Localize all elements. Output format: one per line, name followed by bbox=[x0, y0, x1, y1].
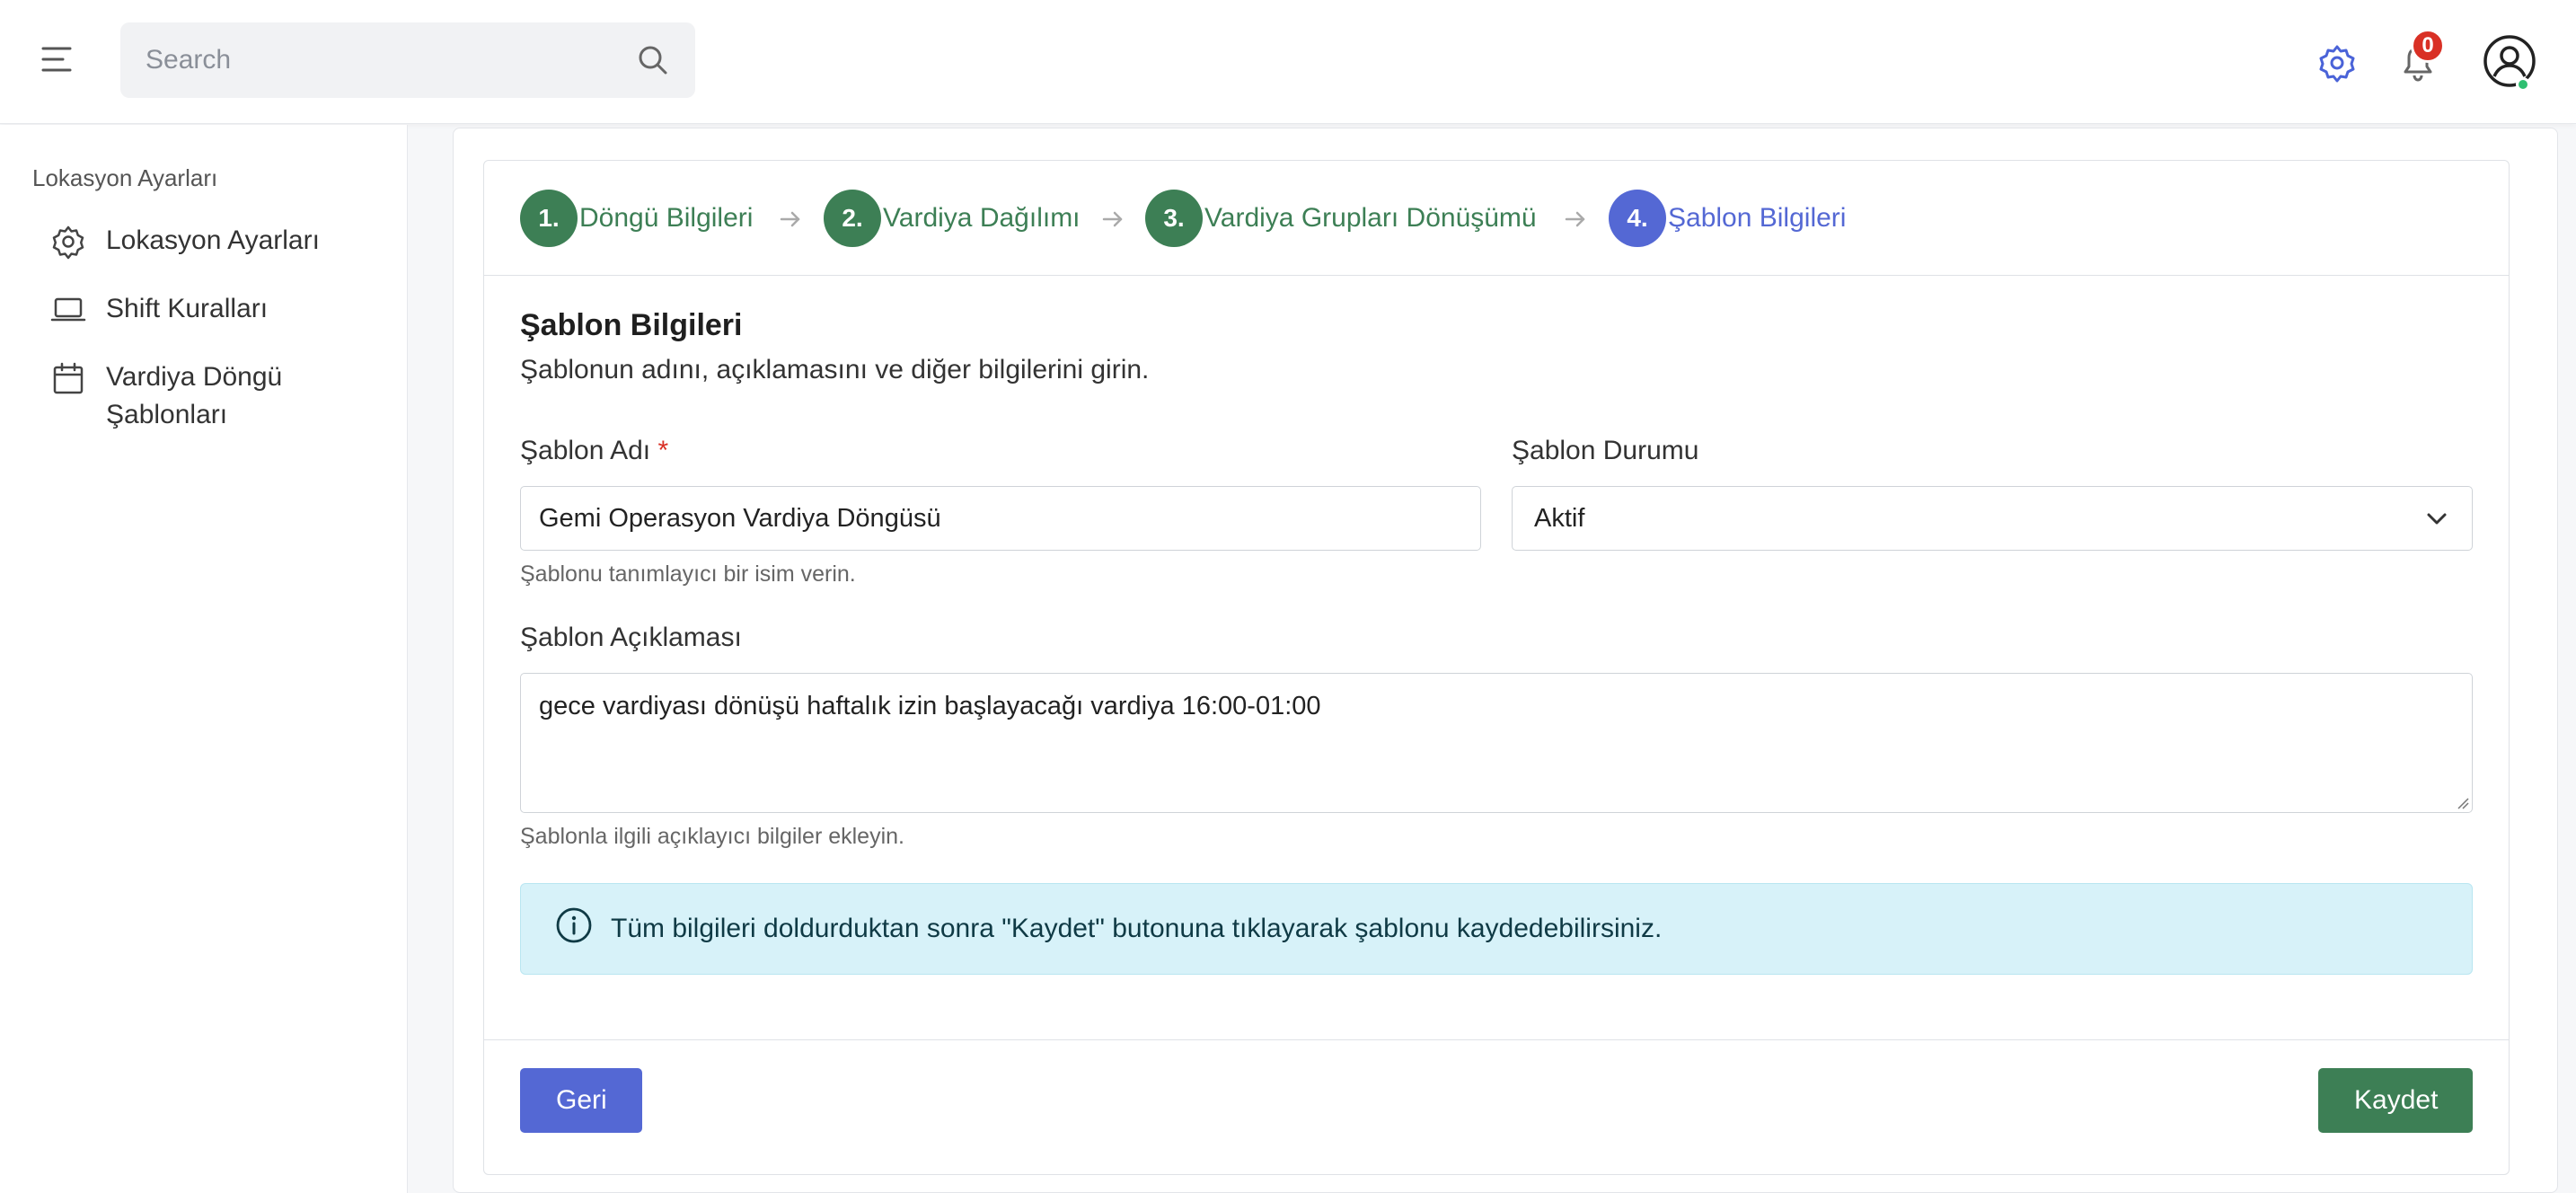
wizard-stepper: 1. Döngü Bilgileri 2. Vardiya Dağılımı 3… bbox=[484, 161, 2509, 276]
chevron-down-icon bbox=[2427, 513, 2447, 525]
resize-handle-icon[interactable] bbox=[2457, 797, 2469, 809]
step-label: Vardiya Grupları Dönüşümü bbox=[1204, 203, 1537, 233]
settings-gear-icon[interactable] bbox=[2317, 43, 2357, 83]
sidebar-item-label: Shift Kuralları bbox=[106, 294, 269, 323]
laptop-icon bbox=[50, 297, 86, 322]
field-label-text: Şablon Adı bbox=[520, 436, 651, 465]
sidebar-item-label: Lokasyon Ayarları bbox=[106, 225, 320, 255]
arrow-right-icon bbox=[1102, 211, 1123, 227]
notification-count-badge: 0 bbox=[2411, 29, 2445, 63]
info-message: Tüm bilgileri doldurduktan sonra "Kaydet… bbox=[611, 914, 1663, 943]
template-description-label: Şablon Açıklaması bbox=[520, 623, 742, 652]
template-name-input[interactable] bbox=[520, 486, 1481, 551]
back-button[interactable]: Geri bbox=[520, 1068, 642, 1133]
gear-icon bbox=[52, 225, 84, 260]
search-input[interactable] bbox=[146, 45, 636, 75]
search-icon[interactable] bbox=[636, 43, 670, 77]
template-description-help: Şablonla ilgili açıklayıcı bilgiler ekle… bbox=[520, 824, 904, 849]
wizard-card: 1. Döngü Bilgileri 2. Vardiya Dağılımı 3… bbox=[483, 160, 2510, 1175]
template-status-select[interactable]: Aktif bbox=[1512, 486, 2473, 551]
top-header: 0 bbox=[0, 0, 2576, 124]
template-status-label: Şablon Durumu bbox=[1512, 436, 1699, 465]
sidebar-item-location-settings[interactable]: Lokasyon Ayarları bbox=[50, 222, 320, 260]
sidebar: Lokasyon Ayarları Lokasyon Ayarları Shif… bbox=[0, 125, 408, 1193]
save-button[interactable]: Kaydet bbox=[2318, 1068, 2473, 1133]
sidebar-section-title: Lokasyon Ayarları bbox=[32, 164, 218, 191]
info-icon bbox=[556, 907, 592, 943]
info-alert: Tüm bilgileri doldurduktan sonra "Kaydet… bbox=[520, 883, 2473, 975]
step-4[interactable]: 4. Şablon Bilgileri bbox=[1609, 190, 1846, 247]
online-status-dot bbox=[2516, 77, 2530, 92]
step-label: Vardiya Dağılımı bbox=[883, 203, 1081, 233]
step-label: Şablon Bilgileri bbox=[1668, 203, 1847, 233]
footer-divider bbox=[484, 1039, 2509, 1040]
sidebar-item-shift-cycle-templates[interactable]: Vardiya Döngü Şablonları bbox=[50, 358, 304, 434]
step-number: 2. bbox=[824, 190, 881, 247]
section-title: Şablon Bilgileri bbox=[520, 308, 743, 342]
step-number: 1. bbox=[520, 190, 578, 247]
required-asterisk: * bbox=[657, 436, 669, 465]
step-3[interactable]: 3. Vardiya Grupları Dönüşümü bbox=[1145, 190, 1537, 247]
template-description-textarea[interactable]: gece vardiyası dönüşü haftalık izin başl… bbox=[520, 673, 2473, 813]
step-number: 3. bbox=[1145, 190, 1203, 247]
section-description: Şablonun adını, açıklamasını ve diğer bi… bbox=[520, 355, 1150, 384]
selected-value: Aktif bbox=[1534, 503, 1585, 533]
step-1[interactable]: 1. Döngü Bilgileri bbox=[520, 190, 753, 247]
menu-icon[interactable] bbox=[41, 43, 74, 75]
calendar-icon bbox=[53, 362, 84, 394]
step-2[interactable]: 2. Vardiya Dağılımı bbox=[824, 190, 1081, 247]
arrow-right-icon bbox=[780, 211, 800, 227]
search-box bbox=[120, 22, 695, 98]
sidebar-item-shift-rules[interactable]: Shift Kuralları bbox=[50, 290, 268, 328]
template-name-help: Şablonu tanımlayıcı bir isim verin. bbox=[520, 561, 856, 587]
arrow-right-icon bbox=[1565, 211, 1585, 227]
step-label: Döngü Bilgileri bbox=[579, 203, 754, 233]
template-name-label: Şablon Adı * bbox=[520, 436, 668, 466]
step-number: 4. bbox=[1609, 190, 1666, 247]
sidebar-item-label: Vardiya Döngü Şablonları bbox=[106, 362, 283, 429]
